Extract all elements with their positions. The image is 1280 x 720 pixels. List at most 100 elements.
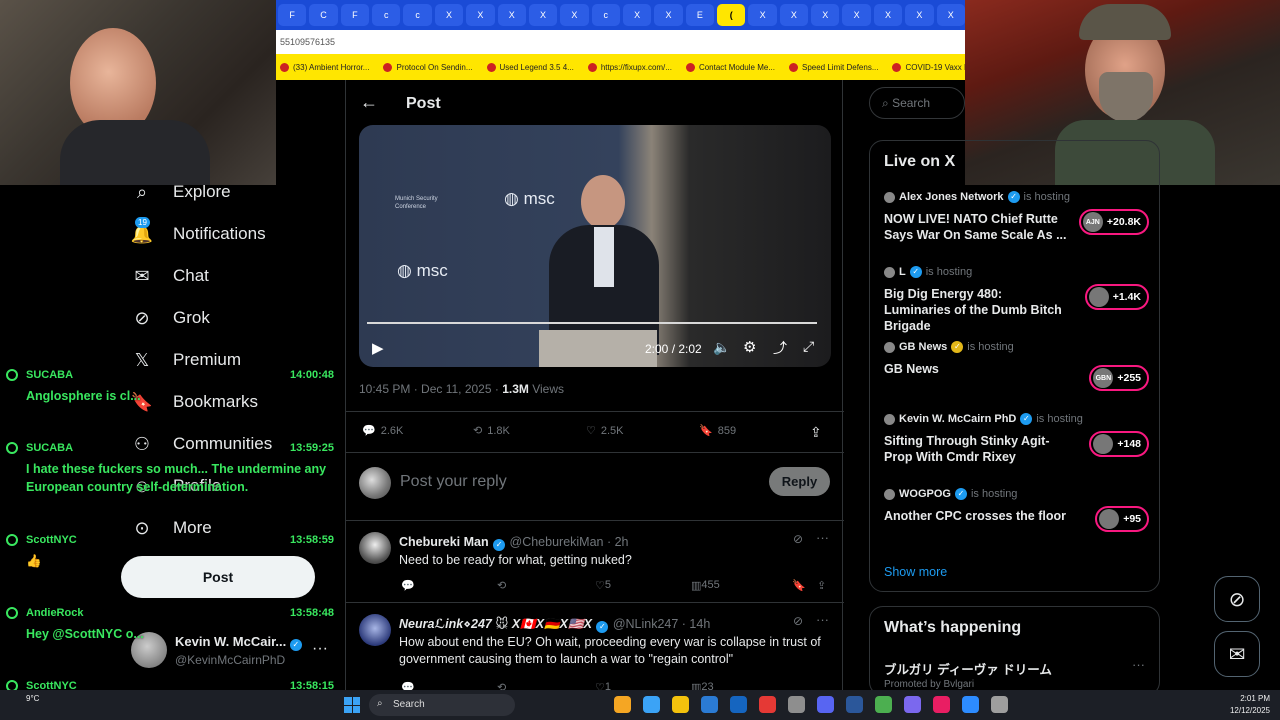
windows-start-icon[interactable] [344, 697, 360, 713]
taskbar-app-icon[interactable] [730, 696, 747, 713]
taskbar-app-icon[interactable] [846, 696, 863, 713]
browser-tab[interactable]: X [748, 4, 777, 26]
video-player[interactable]: Munich Security Conference ◍ msc ◍ msc ▶… [359, 125, 831, 367]
browser-tab[interactable]: X [779, 4, 809, 26]
search-input[interactable]: ⌕ Search [869, 87, 965, 119]
taskbar-app-icon[interactable] [875, 696, 892, 713]
listener-count-pill[interactable]: +1.4K [1084, 284, 1149, 310]
taskbar-app-icon[interactable] [817, 696, 834, 713]
browser-tab[interactable]: c [403, 4, 432, 26]
browser-tab[interactable]: ( [717, 4, 746, 26]
grok-fab-icon[interactable]: ⊘ [1214, 576, 1260, 622]
volume-icon[interactable]: 🔈 [713, 339, 730, 356]
bookmark-item[interactable]: Speed Limit Defens... [789, 62, 878, 72]
taskbar-app-icon[interactable] [962, 696, 979, 713]
bookmark-item[interactable]: Protocol On Sendin... [383, 62, 473, 72]
nav-label: Explore [173, 182, 231, 201]
browser-tab[interactable]: X [842, 4, 871, 26]
taskbar-app-icon[interactable] [614, 696, 631, 713]
taskbar-app-icon[interactable] [643, 696, 660, 713]
space-title: NOW LIVE! NATO Chief Rutte Says War On S… [884, 212, 1067, 242]
listener-count-pill[interactable]: GBN +255 [1089, 365, 1149, 391]
browser-tab[interactable]: X [873, 4, 903, 26]
bookmark-item[interactable]: (33) Ambient Horror... [280, 62, 369, 72]
weather-widget[interactable]: 9°C [26, 694, 39, 703]
back-arrow-icon[interactable]: ← [360, 92, 378, 113]
more-icon[interactable]: ··· [816, 612, 829, 627]
settings-gear-icon[interactable]: ⚙ [743, 338, 756, 356]
taskbar-app-icon[interactable] [672, 696, 689, 713]
taskbar-app-icon[interactable] [991, 696, 1008, 713]
browser-tab[interactable]: X [497, 4, 526, 26]
reply-input[interactable]: Post your reply [400, 473, 507, 491]
browser-tab[interactable]: c [372, 4, 401, 26]
taskbar-app-icon[interactable] [788, 696, 805, 713]
trend-more-icon[interactable]: ··· [1132, 657, 1145, 672]
bookmark-item[interactable]: Contact Module Me... [685, 62, 775, 72]
share-icon[interactable]: ⇪ [817, 579, 826, 592]
verified-badge-icon: ✓ [954, 488, 967, 500]
nav-item-explore[interactable]: ⌕ Explore [131, 181, 231, 203]
browser-tab[interactable]: C [309, 4, 338, 26]
bookmark-item[interactable]: COVID-19 Vaxx Dos [892, 62, 965, 72]
chat-time: 13:58:48 [289, 607, 334, 619]
browser-tab[interactable]: X [466, 4, 495, 26]
live-space-item[interactable]: Kevin W. McCairn PhD ✓ is hosting Sifting… [884, 413, 1149, 465]
pip-icon[interactable]: ⤴ [773, 338, 787, 358]
browser-tab[interactable]: F [278, 4, 307, 26]
more-icon[interactable]: ··· [816, 530, 829, 545]
browser-tab[interactable]: X [811, 4, 840, 26]
reply-author: Neuraℒink⋄247 🐭 X🇨🇦X🇩🇪X🇺🇸X ✓ @NLink247 ·… [399, 617, 711, 633]
browser-tab[interactable]: X [654, 4, 683, 26]
like-count[interactable]: ♡ 2.5K [586, 424, 624, 438]
space-avatar [1099, 509, 1120, 529]
reply-count[interactable]: 💬 2.6K [362, 424, 403, 438]
reply-tweet[interactable]: Chebureki Man ✓ @CheburekiMan · 2h ⊘ ···… [346, 521, 844, 603]
browser-tab[interactable]: X [434, 4, 464, 26]
video-progress-bar[interactable] [367, 322, 817, 324]
messages-fab-icon[interactable]: ✉ [1214, 631, 1260, 677]
taskbar-app-icon[interactable] [759, 696, 776, 713]
browser-tab[interactable]: X [528, 4, 558, 26]
grok-icon[interactable]: ⊘ [793, 532, 803, 546]
reply-icon[interactable]: 💬 [401, 579, 415, 592]
like-button[interactable]: ♡ 5 [595, 579, 611, 592]
repost-icon[interactable]: ⟲ [497, 579, 506, 592]
play-icon[interactable]: ▶ [372, 339, 384, 357]
listener-count-pill[interactable]: +95 [1095, 506, 1149, 532]
live-space-item[interactable]: L ✓ is hosting Big Dig Energy 480: Lumina… [884, 266, 1149, 334]
live-space-item[interactable]: Alex Jones Network ✓ is hosting NOW LIVE!… [884, 191, 1149, 243]
taskbar-app-icon[interactable] [701, 696, 718, 713]
system-clock[interactable]: 2:01 PM 12/12/2025 [1230, 693, 1270, 717]
browser-tab[interactable]: F [340, 4, 370, 26]
browser-tab[interactable]: X [622, 4, 652, 26]
share-icon[interactable]: ⇪ [810, 424, 822, 441]
bookmark-item[interactable]: https://fixupx.com/... [587, 62, 672, 72]
grok-icon[interactable]: ⊘ [793, 614, 803, 628]
browser-tab[interactable]: X [936, 4, 965, 26]
reply-button[interactable]: Reply [769, 467, 830, 496]
taskbar-app-icon[interactable] [933, 696, 950, 713]
browser-tab[interactable]: X [560, 4, 589, 26]
bookmark-item[interactable]: Used Legend 3.5 4... [486, 62, 574, 72]
repost-count[interactable]: ⟲ 1.8K [473, 424, 510, 438]
live-space-item[interactable]: WOGPOG ✓ is hosting Another CPC crosses t… [884, 488, 1149, 532]
show-more-link[interactable]: Show more [884, 565, 947, 579]
address-bar[interactable]: 55109576135 [276, 30, 965, 54]
bookmark-count[interactable]: 🔖 859 [699, 424, 736, 438]
trend-item[interactable]: ブルガリ ディーヴァ ドリーム [884, 659, 1052, 678]
live-space-item[interactable]: GB News ✓ is hosting GB News GBN +255 [884, 341, 1149, 391]
bookmark-icon[interactable]: 🔖 [792, 579, 806, 592]
taskbar-search[interactable]: Search [369, 694, 515, 716]
reply-tweet[interactable]: Neuraℒink⋄247 🐭 X🇨🇦X🇩🇪X🇺🇸X ✓ @NLink247 ·… [346, 603, 844, 695]
nav-item-notifications[interactable]: 🔔 19 Notifications [131, 217, 266, 245]
listener-count-pill[interactable]: +148 [1089, 431, 1149, 457]
browser-tab[interactable]: c [591, 4, 620, 26]
browser-tab[interactable]: E [685, 4, 715, 26]
views-count[interactable]: ▥ 455 [691, 579, 720, 592]
taskbar-app-icon[interactable] [904, 696, 921, 713]
nav-item-chat[interactable]: ✉ Chat [131, 265, 208, 287]
browser-tab[interactable]: X [905, 4, 934, 26]
fullscreen-icon[interactable]: ⤢ [803, 338, 814, 355]
listener-count-pill[interactable]: AJN +20.8K [1078, 209, 1149, 235]
